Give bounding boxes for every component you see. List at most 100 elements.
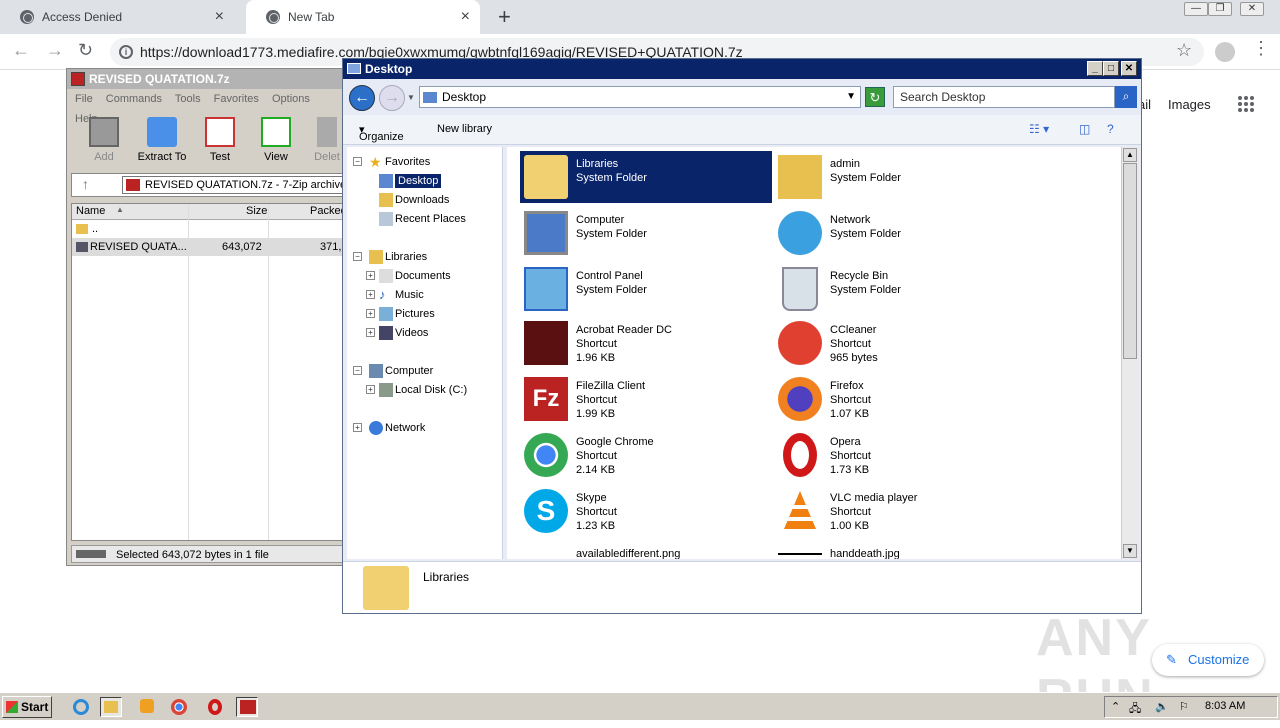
add-button[interactable]: Add	[79, 117, 129, 163]
minimize-button[interactable]: —	[1184, 2, 1208, 16]
nav-libraries[interactable]: − Libraries	[353, 248, 427, 266]
close-window-button[interactable]: ✕	[1240, 2, 1264, 16]
action-center-flag-icon[interactable]: ⚐	[1179, 700, 1189, 713]
file-item-vlc[interactable]: VLC media player Shortcut 1.00 KB	[774, 485, 1026, 537]
refresh-button[interactable]: ↻	[865, 87, 885, 107]
search-icon[interactable]: ⌕	[1115, 86, 1137, 108]
forward-icon[interactable]: →	[46, 40, 64, 61]
file-item-network[interactable]: Network System Folder	[774, 207, 1026, 259]
delete-button[interactable]: Delet	[307, 117, 347, 163]
nav-desktop[interactable]: Desktop	[379, 172, 442, 190]
tab-close-icon[interactable]: ×	[215, 0, 224, 34]
col-name[interactable]: Name	[76, 205, 105, 217]
file-item-png[interactable]: availabledifferent.png	[520, 541, 772, 559]
nav-network[interactable]: + Network	[353, 419, 425, 437]
nav-computer[interactable]: − Computer	[353, 362, 433, 380]
info-icon[interactable]: i	[119, 45, 133, 59]
start-button[interactable]: Start	[2, 696, 52, 718]
file-item-control-panel[interactable]: Control Panel System Folder	[520, 263, 772, 315]
file-item-computer[interactable]: Computer System Folder	[520, 207, 772, 259]
tab-new-tab[interactable]: New Tab ×	[246, 0, 480, 34]
new-tab-button[interactable]: +	[498, 4, 511, 30]
item-type: Shortcut	[576, 450, 617, 462]
explorer-taskbar-icon[interactable]	[100, 697, 122, 717]
explorer-address-bar[interactable]: Desktop ▼	[419, 86, 861, 108]
menu-file[interactable]: File	[75, 93, 93, 105]
nav-documents[interactable]: + Documents	[366, 267, 451, 285]
file-item-filezilla[interactable]: Fz FileZilla Client Shortcut 1.99 KB	[520, 373, 772, 425]
file-item-ccleaner[interactable]: CCleaner Shortcut 965 bytes	[774, 317, 1026, 369]
computer-icon	[524, 211, 568, 255]
view-button[interactable]: View	[251, 117, 301, 163]
media-player-taskbar-icon[interactable]	[136, 697, 158, 717]
file-item-jpg[interactable]: handdeath.jpg	[774, 541, 1026, 559]
7zip-titlebar[interactable]: REVISED QUATATION.7z	[67, 69, 347, 89]
scroll-up-arrow[interactable]: ▲	[1123, 148, 1137, 162]
scroll-thumb[interactable]	[1123, 163, 1137, 359]
nav-downloads[interactable]: Downloads	[379, 191, 449, 209]
opera-taskbar-icon[interactable]	[204, 697, 226, 717]
nav-local-disk[interactable]: + Local Disk (C:)	[366, 381, 467, 399]
menu-tools[interactable]: Tools	[175, 93, 201, 105]
forward-button[interactable]: →	[379, 85, 405, 111]
back-button[interactable]: ←	[349, 85, 375, 111]
test-button[interactable]: Test	[195, 117, 245, 163]
chrome-taskbar-icon[interactable]	[168, 697, 190, 717]
nav-pictures[interactable]: + Pictures	[366, 305, 435, 323]
menu-options[interactable]: Options	[272, 93, 310, 105]
nav-favorites[interactable]: − ★ Favorites	[353, 153, 430, 171]
close-button[interactable]: ✕	[1121, 61, 1137, 76]
address-dropdown-icon[interactable]: ▼	[846, 87, 856, 107]
volume-icon[interactable]: 🔈	[1155, 700, 1169, 713]
tab-access-denied[interactable]: Access Denied ×	[0, 0, 234, 34]
col-size[interactable]: Size	[246, 205, 267, 217]
list-row[interactable]: REVISED QUATA... 643,072 371,165	[72, 238, 360, 256]
tab-close-icon[interactable]: ×	[461, 0, 470, 34]
file-item-opera[interactable]: Opera Shortcut 1.73 KB	[774, 429, 1026, 481]
images-link[interactable]: Images	[1168, 97, 1211, 112]
nav-music[interactable]: + ♪ Music	[366, 286, 424, 304]
network-tray-icon[interactable]: 🖧	[1129, 700, 1141, 719]
file-item-admin[interactable]: admin System Folder	[774, 151, 1026, 203]
organize-button[interactable]: Organize ▾	[359, 123, 404, 143]
extract-button[interactable]: Extract To	[137, 117, 187, 163]
customize-button[interactable]: ✎ Customize	[1152, 644, 1264, 676]
list-row[interactable]: ..	[72, 220, 348, 238]
apps-grid-icon[interactable]	[1238, 96, 1254, 112]
preview-pane-icon[interactable]: ◫	[1079, 122, 1090, 136]
new-library-button[interactable]: New library	[437, 123, 492, 135]
history-dropdown-icon[interactable]: ▼	[407, 93, 415, 102]
search-input[interactable]: Search Desktop	[893, 86, 1115, 108]
vlc-cone-icon	[778, 489, 822, 533]
bookmark-star-icon[interactable]: ☆	[1176, 40, 1192, 61]
vertical-scrollbar[interactable]: ▲ ▼	[1121, 147, 1139, 559]
clock[interactable]: 8:03 AM	[1205, 700, 1245, 712]
menu-commands[interactable]: Commands	[106, 93, 162, 105]
restore-button[interactable]: ❐	[1208, 2, 1232, 16]
reload-icon[interactable]: ↻	[78, 40, 93, 61]
maximize-button[interactable]: □	[1103, 61, 1119, 76]
7zip-taskbar-icon[interactable]	[236, 697, 258, 717]
up-arrow-icon[interactable]: ↑	[82, 176, 89, 192]
file-item-libraries[interactable]: Libraries System Folder	[520, 151, 772, 203]
scroll-down-arrow[interactable]: ▼	[1123, 544, 1137, 558]
menu-favorites[interactable]: Favorites	[214, 93, 259, 105]
file-item-recycle-bin[interactable]: Recycle Bin System Folder	[774, 263, 1026, 315]
file-item-firefox[interactable]: Firefox Shortcut 1.07 KB	[774, 373, 1026, 425]
7zip-path[interactable]: REVISED QUATATION.7z - 7-Zip archive,	[122, 176, 352, 194]
nav-videos[interactable]: + Videos	[366, 324, 428, 342]
explorer-titlebar[interactable]: Desktop _ □ ✕	[343, 59, 1141, 79]
view-options-icon[interactable]: ☷ ▾	[1029, 122, 1049, 136]
nav-recent-places[interactable]: Recent Places	[379, 210, 466, 228]
help-icon[interactable]: ?	[1107, 122, 1114, 136]
tray-expand-icon[interactable]: ⌃	[1111, 700, 1120, 713]
file-item-acrobat[interactable]: Acrobat Reader DC Shortcut 1.96 KB	[520, 317, 772, 369]
menu-kebab-icon[interactable]: ⋮	[1252, 38, 1270, 59]
item-type: System Folder	[576, 284, 647, 296]
profile-avatar[interactable]	[1215, 42, 1235, 62]
minimize-button[interactable]: _	[1087, 61, 1103, 76]
back-icon[interactable]: ←	[12, 40, 30, 61]
ie-taskbar-icon[interactable]	[70, 697, 92, 717]
file-item-skype[interactable]: S Skype Shortcut 1.23 KB	[520, 485, 772, 537]
file-item-chrome[interactable]: Google Chrome Shortcut 2.14 KB	[520, 429, 772, 481]
